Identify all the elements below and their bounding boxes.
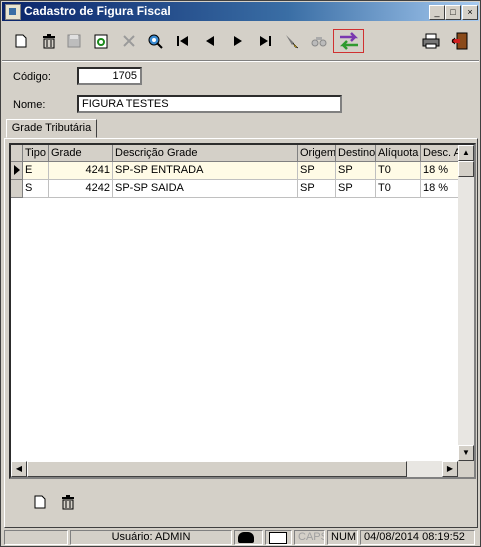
vertical-scrollbar[interactable]: ▲ ▼ (458, 145, 474, 461)
title-bar[interactable]: Cadastro de Figura Fiscal _ □ × (2, 2, 479, 21)
col-tipo[interactable]: Tipo (23, 145, 49, 162)
col-destino[interactable]: Destino (336, 145, 376, 162)
horizontal-scroll-thumb[interactable] (27, 461, 407, 477)
delete-row-icon[interactable] (59, 493, 77, 511)
status-phone (234, 530, 263, 545)
cancel-icon[interactable] (119, 31, 139, 51)
save-icon[interactable] (64, 31, 84, 51)
toolbar-separator (2, 60, 479, 62)
first-icon[interactable] (173, 31, 193, 51)
col-origem[interactable]: Origem (298, 145, 336, 162)
col-grade[interactable]: Grade (49, 145, 113, 162)
cell-origem: SP (298, 180, 336, 198)
cell-destino: SP (336, 162, 376, 180)
toolbar (2, 23, 479, 59)
cell-grade: 4241 (49, 162, 113, 180)
cell-destino: SP (336, 180, 376, 198)
cell-descricao: SP-SP SAIDA (113, 180, 298, 198)
keyboard-icon (269, 532, 287, 544)
tab-grade-tributaria[interactable]: Grade Tributária (6, 119, 97, 138)
status-user: Usuário: ADMIN (70, 530, 232, 545)
col-aliquota[interactable]: Alíquota (376, 145, 421, 162)
horizontal-scrollbar[interactable]: ◀ ▶ (11, 461, 458, 477)
add-row-icon[interactable] (31, 493, 49, 511)
search-icon[interactable] (145, 31, 165, 51)
table-row[interactable]: E 4241 SP-SP ENTRADA SP SP T0 18 % (11, 162, 461, 180)
status-caps: CAPS (294, 530, 325, 545)
close-button[interactable]: × (462, 5, 478, 20)
scroll-up-button[interactable]: ▲ (458, 145, 474, 161)
cell-tipo: E (23, 162, 49, 180)
table-row[interactable]: S 4242 SP-SP SAIDA SP SP T0 18 % (11, 180, 461, 198)
grade-grid[interactable]: Tipo Grade Descrição Grade Origem Destin… (9, 143, 476, 479)
cell-descricao: SP-SP ENTRADA (113, 162, 298, 180)
scroll-corner (458, 461, 474, 477)
maximize-button[interactable]: □ (445, 5, 461, 20)
delete-icon[interactable] (39, 31, 59, 51)
scroll-down-button[interactable]: ▼ (458, 445, 474, 461)
phone-icon (238, 532, 254, 543)
new-icon[interactable] (11, 31, 31, 51)
status-num: NUM (327, 530, 358, 545)
cell-desc: 18 % (421, 180, 461, 198)
codigo-label: Código: (13, 71, 51, 83)
nome-field[interactable]: FIGURA TESTES (77, 95, 342, 113)
prev-icon[interactable] (200, 31, 220, 51)
scroll-left-button[interactable]: ◀ (11, 461, 27, 477)
status-bar: Usuário: ADMIN CAPS NUM 04/08/2014 08:19… (2, 529, 479, 546)
cell-desc: 18 % (421, 162, 461, 180)
refresh-icon[interactable] (91, 31, 111, 51)
col-desc[interactable]: Desc. A (421, 145, 461, 162)
status-panel-blank (4, 530, 68, 545)
col-descricao[interactable]: Descrição Grade (113, 145, 298, 162)
row-indicator (11, 162, 23, 180)
cell-origem: SP (298, 162, 336, 180)
minimize-button[interactable]: _ (429, 5, 445, 20)
window-title: Cadastro de Figura Fiscal (24, 4, 171, 18)
cell-tipo: S (23, 180, 49, 198)
last-icon[interactable] (255, 31, 275, 51)
cell-grade: 4242 (49, 180, 113, 198)
codigo-field[interactable]: 1705 (77, 67, 142, 85)
status-datetime: 04/08/2014 08:19:52 (360, 530, 475, 545)
filter-icon[interactable] (282, 31, 302, 51)
status-keyboard (265, 530, 292, 545)
grid-header: Tipo Grade Descrição Grade Origem Destin… (11, 145, 461, 162)
app-icon (5, 4, 21, 20)
scroll-right-button[interactable]: ▶ (442, 461, 458, 477)
main-window: Cadastro de Figura Fiscal _ □ × Código: … (0, 0, 481, 547)
exit-icon[interactable] (450, 31, 470, 51)
next-icon[interactable] (228, 31, 248, 51)
find-icon[interactable] (309, 31, 329, 51)
print-icon[interactable] (421, 31, 441, 51)
cell-aliquota: T0 (376, 162, 421, 180)
vertical-scroll-thumb[interactable] (458, 161, 474, 177)
nome-label: Nome: (13, 99, 46, 111)
cell-aliquota: T0 (376, 180, 421, 198)
grid-indicator-header (11, 145, 23, 162)
transfer-icon[interactable] (333, 29, 364, 53)
row-indicator (11, 180, 23, 198)
